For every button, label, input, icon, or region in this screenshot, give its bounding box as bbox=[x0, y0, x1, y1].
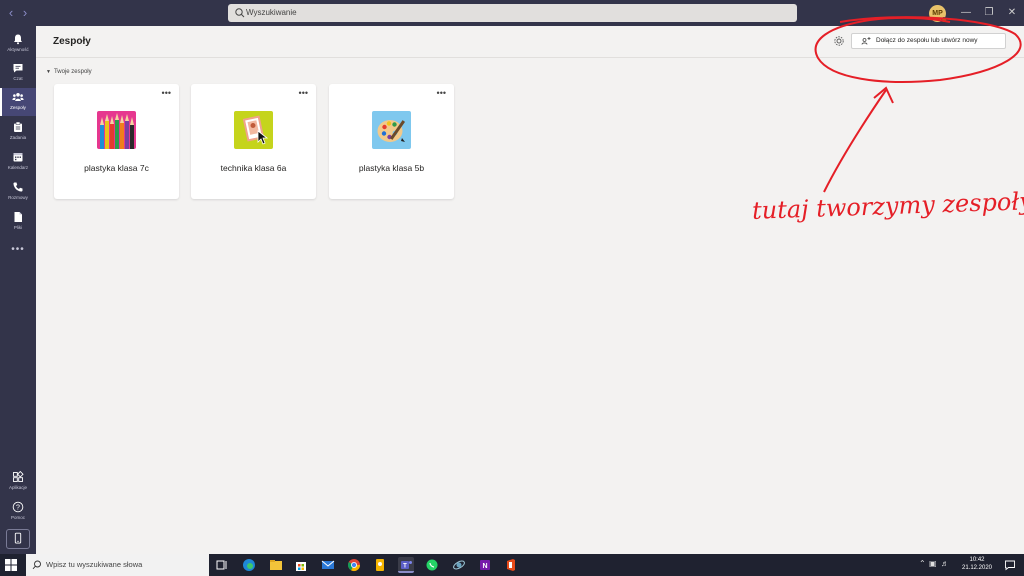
rail-item-label: Aplikacje bbox=[8, 485, 27, 490]
volume-icon[interactable]: ♬ bbox=[941, 559, 949, 568]
task-view-icon[interactable] bbox=[214, 557, 230, 573]
rail-item-label: Pliki bbox=[13, 225, 23, 230]
rail-item-calls[interactable]: Rozmowy bbox=[0, 178, 36, 206]
caret-down-icon: ▼ bbox=[46, 69, 51, 75]
picture-frame-icon bbox=[234, 111, 273, 149]
annotation-arrowhead bbox=[873, 86, 894, 104]
chat-icon bbox=[13, 64, 23, 73]
section-label: Twoje zespoły bbox=[53, 69, 92, 75]
more-options-icon[interactable]: ••• bbox=[162, 88, 171, 98]
svg-text:T: T bbox=[403, 564, 407, 570]
bell-icon bbox=[14, 34, 22, 45]
teams-icon bbox=[12, 93, 24, 101]
whatsapp-icon[interactable] bbox=[424, 557, 440, 573]
notification-center-icon[interactable] bbox=[1004, 559, 1016, 571]
chrome-icon[interactable] bbox=[346, 557, 362, 573]
app-rail: Aktywność Czat Zespoły Zadania Kalendarz… bbox=[0, 26, 36, 554]
rail-item-help[interactable]: ? Pomoc bbox=[0, 498, 36, 526]
team-name: plastyka klasa 5b bbox=[358, 163, 425, 173]
team-card[interactable]: ••• plastyka klasa 7c bbox=[54, 84, 179, 199]
microsoft-teams-icon[interactable]: T bbox=[398, 557, 414, 573]
svg-text:?: ? bbox=[16, 504, 20, 511]
search-placeholder: Wyszukiwanie bbox=[246, 8, 297, 17]
your-teams-section-toggle[interactable]: ▼ Twoje zespoły bbox=[46, 69, 92, 75]
more-options-icon[interactable]: ••• bbox=[299, 88, 308, 98]
taskbar-clock[interactable]: 10:42 21.12.2020 bbox=[958, 556, 996, 572]
gear-icon[interactable] bbox=[833, 35, 845, 47]
phone-icon bbox=[13, 182, 23, 192]
rail-item-chat[interactable]: Czat bbox=[0, 59, 36, 87]
apps-icon bbox=[13, 471, 24, 482]
back-arrow-icon[interactable]: ‹ bbox=[4, 5, 18, 21]
search-input[interactable]: Wyszukiwanie bbox=[228, 4, 797, 22]
network-icon[interactable]: ▣ bbox=[929, 559, 937, 568]
rail-item-activity[interactable]: Aktywność bbox=[0, 30, 36, 58]
windows-taskbar: Wpisz tu wyszukiwane słowa T N ⌃ ▣ ♬ 10:… bbox=[0, 554, 1024, 576]
onenote-icon[interactable]: N bbox=[477, 557, 493, 573]
team-card[interactable]: ••• technika klasa 6a bbox=[191, 84, 316, 199]
team-card[interactable]: ••• plastyka klasa 5b bbox=[329, 84, 454, 199]
windows-start-icon[interactable] bbox=[4, 558, 18, 572]
restore-icon[interactable]: ❐ bbox=[981, 5, 997, 21]
files-icon bbox=[14, 212, 22, 222]
close-icon[interactable]: ✕ bbox=[1004, 5, 1020, 21]
more-apps-icon[interactable]: ••• bbox=[0, 244, 36, 255]
assignments-icon bbox=[14, 121, 22, 132]
avatar-initials: MP bbox=[932, 10, 943, 17]
rail-item-assignments[interactable]: Zadania bbox=[0, 118, 36, 146]
calendar-icon bbox=[13, 153, 23, 162]
taskbar-search-placeholder: Wpisz tu wyszukiwane słowa bbox=[46, 560, 143, 569]
forward-arrow-icon[interactable]: › bbox=[18, 5, 32, 21]
annotation-text: tutaj tworzymy zespoły bbox=[751, 187, 1024, 225]
rail-item-label: Aktywność bbox=[7, 47, 29, 52]
mobile-phone-icon bbox=[14, 532, 22, 544]
rail-item-teams[interactable]: Zespoły bbox=[0, 88, 36, 116]
avatar[interactable]: MP bbox=[929, 5, 947, 23]
rail-item-label: Zadania bbox=[9, 135, 27, 140]
page-title: Zespoły bbox=[53, 36, 91, 47]
minimize-icon[interactable]: — bbox=[958, 5, 974, 21]
file-explorer-icon[interactable] bbox=[268, 557, 284, 573]
mobile-device-button[interactable] bbox=[6, 529, 30, 549]
title-bar: ‹ › Wyszukiwanie MP — ❐ ✕ bbox=[0, 0, 1024, 26]
presence-status-icon bbox=[941, 17, 947, 23]
colored-pencils-icon bbox=[97, 111, 136, 149]
clock-time: 10:42 bbox=[969, 557, 985, 563]
team-name: plastyka klasa 7c bbox=[84, 163, 149, 173]
rail-item-label: Czat bbox=[13, 76, 23, 81]
rail-item-label: Rozmowy bbox=[8, 195, 28, 200]
rail-item-label: Pomoc bbox=[10, 515, 25, 520]
join-button-label: Dołącz do zespołu lub utwórz nowy bbox=[876, 37, 978, 44]
mail-icon[interactable] bbox=[320, 557, 336, 573]
clock-date: 21.12.2020 bbox=[961, 565, 993, 571]
microsoft-store-icon[interactable] bbox=[293, 557, 309, 573]
rail-item-calendar[interactable]: Kalendarz bbox=[0, 148, 36, 176]
search-icon bbox=[235, 8, 245, 18]
satellite-app-icon[interactable] bbox=[451, 557, 467, 573]
more-options-icon[interactable]: ••• bbox=[437, 88, 446, 98]
help-icon: ? bbox=[12, 501, 24, 513]
team-name: technika klasa 6a bbox=[220, 163, 287, 173]
paint-palette-icon bbox=[372, 111, 411, 149]
office-icon[interactable] bbox=[503, 557, 519, 573]
edge-browser-icon[interactable] bbox=[241, 557, 257, 573]
rail-item-apps[interactable]: Aplikacje bbox=[0, 468, 36, 496]
join-or-create-team-button[interactable]: Dołącz do zespołu lub utwórz nowy bbox=[851, 33, 1006, 49]
tray-arrow-icon[interactable]: ⌃ bbox=[919, 559, 926, 568]
search-icon bbox=[32, 560, 41, 570]
rail-item-label: Zespoły bbox=[10, 105, 26, 110]
add-team-icon bbox=[861, 37, 871, 45]
annotation-arrow bbox=[823, 89, 887, 193]
taskbar-search-input[interactable]: Wpisz tu wyszukiwane słowa bbox=[26, 554, 209, 576]
google-keep-icon[interactable] bbox=[372, 557, 388, 573]
svg-text:N: N bbox=[482, 563, 487, 570]
rail-item-files[interactable]: Pliki bbox=[0, 208, 36, 236]
rail-item-label: Kalendarz bbox=[7, 165, 29, 170]
page-header: Zespoły Dołącz do zespołu lub utwórz now… bbox=[36, 26, 1024, 58]
